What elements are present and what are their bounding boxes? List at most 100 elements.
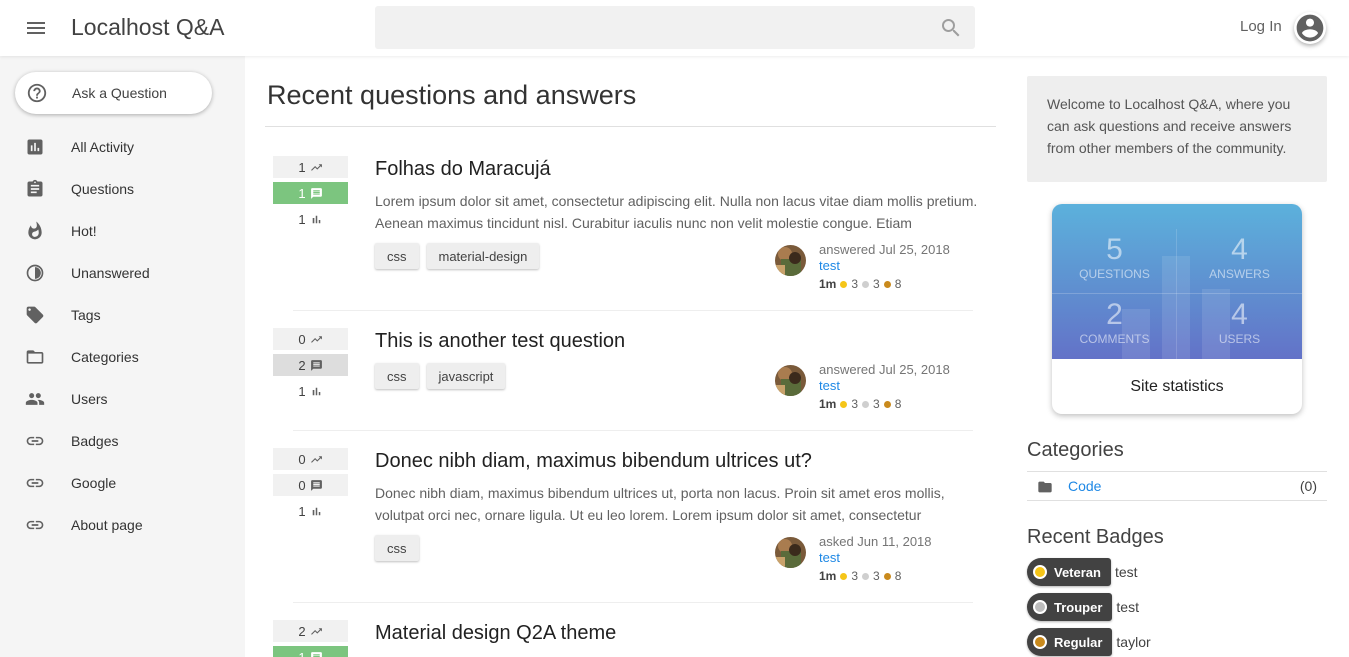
activity-time: asked Jun 11, 2018 [819, 534, 932, 549]
recent-badges-heading: Recent Badges [1027, 526, 1164, 548]
link-icon [25, 431, 45, 451]
author-link[interactable]: test [819, 378, 840, 393]
menu-icon[interactable] [24, 16, 48, 40]
sidebar-item-questions[interactable]: Questions [0, 168, 245, 210]
badge-user-link[interactable]: test [1115, 564, 1138, 580]
bronze-badge-dot [883, 400, 891, 408]
vote-count-value: 0 [298, 451, 306, 467]
vote-count: 2 [273, 620, 348, 642]
tag-chip[interactable]: javascript [426, 363, 506, 389]
answer-count-value: 0 [298, 477, 306, 493]
stat-users: 4 USERS [1177, 298, 1302, 347]
stat-number: 5 [1106, 233, 1123, 266]
activity-time: answered Jul 25, 2018 [819, 362, 950, 377]
question-item: 0 0 1 Donec nibh diam, maximus bibendum … [245, 448, 1015, 603]
vote-count-value: 1 [298, 159, 306, 175]
sidebar-item-tags[interactable]: Tags [0, 294, 245, 336]
question-title[interactable]: Donec nibh diam, maximus bibendum ultric… [375, 450, 812, 473]
account-icon[interactable] [1294, 12, 1326, 44]
flame-icon [25, 221, 45, 241]
bronze-count: 8 [894, 277, 902, 291]
folder-icon [25, 347, 45, 367]
gold-badge-dot [840, 572, 848, 580]
question-item: 0 2 1 This is another test question css … [245, 328, 1015, 431]
question-title[interactable]: Folhas do Maracujá [375, 158, 551, 181]
bar-chart-icon [312, 215, 320, 223]
silver-count: 3 [873, 277, 880, 291]
ask-question-label: Ask a Question [72, 85, 167, 101]
question-title[interactable]: This is another test question [375, 330, 625, 353]
avatar[interactable] [775, 245, 806, 276]
badge-chip[interactable]: Trouper [1027, 593, 1113, 621]
stat-answers: 4 ANSWERS [1177, 235, 1302, 282]
search-bar [375, 6, 975, 49]
gold-count: 3 [851, 569, 859, 583]
search-input[interactable] [375, 6, 975, 49]
sidebar-item-hot[interactable]: Hot! [0, 210, 245, 252]
sidebar-item-label: Categories [71, 349, 139, 365]
silver-medal-icon [1033, 600, 1047, 614]
question-meta: answered Jul 25, 2018 test 1m 3 3 8 [775, 362, 995, 411]
search-icon[interactable] [939, 16, 963, 40]
gold-badge-dot [840, 400, 848, 408]
category-item[interactable]: Code (0) [1027, 471, 1327, 501]
points-value: 1m [819, 397, 837, 411]
view-count: 1 [273, 208, 348, 230]
site-statistics-card[interactable]: 5 QUESTIONS 4 ANSWERS 2 COMMENTS 4 USERS… [1052, 204, 1302, 414]
sidebar-item-about-page[interactable]: About page [0, 504, 245, 546]
points-value: 1m [819, 569, 837, 583]
trending-up-icon [310, 627, 322, 635]
avatar[interactable] [775, 365, 806, 396]
people-icon [25, 389, 45, 409]
sidebar-item-unanswered[interactable]: Unanswered [0, 252, 245, 294]
bronze-medal-icon [1033, 635, 1047, 649]
sidebar-item-categories[interactable]: Categories [0, 336, 245, 378]
sidebar-item-users[interactable]: Users [0, 378, 245, 420]
folder-icon [1037, 479, 1053, 495]
author-link[interactable]: test [819, 258, 840, 273]
tag-list: css [375, 535, 419, 561]
badge-user-link[interactable]: taylor [1116, 634, 1150, 650]
answer-count: 0 [273, 474, 348, 496]
vote-count-value: 0 [298, 331, 306, 347]
stat-comments: 2 COMMENTS [1052, 300, 1177, 347]
badge-user-link[interactable]: test [1116, 599, 1139, 615]
answer-count-value: 1 [298, 649, 306, 657]
badge-name: Veteran [1054, 564, 1101, 580]
view-count-value: 1 [298, 503, 306, 519]
sidebar-item-google[interactable]: Google [0, 462, 245, 504]
bronze-count: 8 [894, 397, 902, 411]
bar-chart-icon [312, 507, 320, 515]
answer-count-value: 2 [298, 357, 306, 373]
stat-number: 4 [1231, 298, 1248, 331]
silver-badge-dot [862, 280, 870, 288]
tag-chip[interactable]: material-design [426, 243, 540, 269]
comment-icon [310, 187, 322, 199]
answer-count: 1 [273, 182, 348, 204]
user-points: 1m 3 3 8 [819, 397, 901, 411]
site-title[interactable]: Localhost Q&A [71, 14, 224, 41]
category-name[interactable]: Code [1068, 478, 1101, 494]
author-link[interactable]: test [819, 550, 840, 565]
tag-chip[interactable]: css [375, 535, 419, 561]
badge-chip[interactable]: Regular [1027, 628, 1113, 656]
bronze-count: 8 [894, 569, 902, 583]
sidebar-item-badges[interactable]: Badges [0, 420, 245, 462]
bar-chart-icon [25, 137, 45, 157]
sidebar-item-label: Questions [71, 181, 135, 197]
sidebar-item-all-activity[interactable]: All Activity [0, 126, 245, 168]
tag-chip[interactable]: css [375, 363, 419, 389]
divider [293, 310, 973, 311]
vote-count: 0 [273, 448, 348, 470]
tag-chip[interactable]: css [375, 243, 419, 269]
login-link[interactable]: Log In [1240, 18, 1282, 35]
sidebar-item-label: All Activity [71, 139, 135, 155]
question-title[interactable]: Material design Q2A theme [375, 622, 616, 645]
stat-questions: 5 QUESTIONS [1052, 233, 1177, 282]
avatar[interactable] [775, 537, 806, 568]
view-count-value: 1 [298, 383, 306, 399]
question-meta: answered Jul 25, 2018 test 1m 3 3 8 [775, 242, 995, 291]
ask-question-button[interactable]: Ask a Question [15, 72, 212, 114]
badge-chip[interactable]: Veteran [1027, 558, 1111, 586]
sidebar: Ask a Question All Activity Questions Ho… [0, 56, 245, 657]
